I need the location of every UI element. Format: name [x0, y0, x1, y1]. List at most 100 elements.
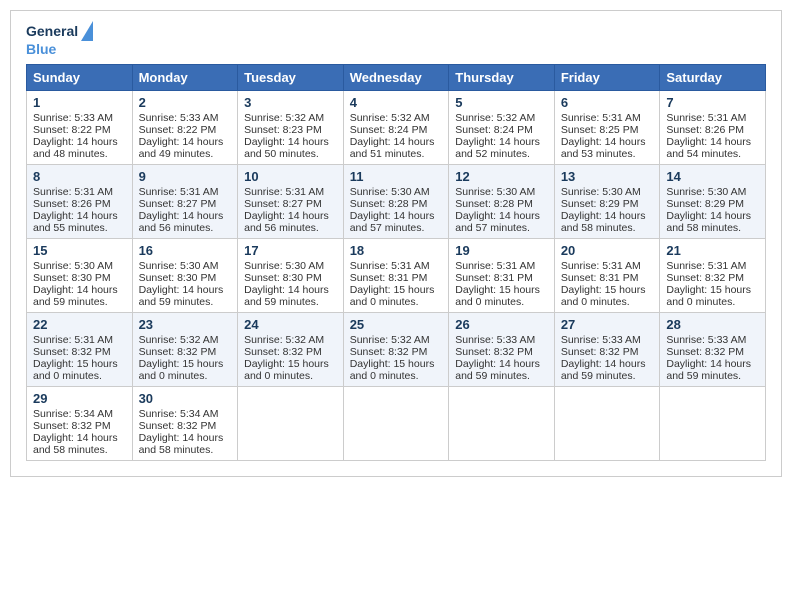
- sunset-text: Sunset: 8:32 PM: [33, 420, 111, 432]
- day-number: 13: [561, 169, 654, 184]
- daylight-text: Daylight: 15 hours and 0 minutes.: [666, 284, 751, 308]
- day-number: 23: [139, 317, 232, 332]
- col-header-sunday: Sunday: [27, 64, 133, 90]
- sunrise-text: Sunrise: 5:31 AM: [561, 112, 641, 124]
- day-number: 18: [350, 243, 443, 258]
- sunrise-text: Sunrise: 5:33 AM: [455, 334, 535, 346]
- sunrise-text: Sunrise: 5:32 AM: [244, 334, 324, 346]
- calendar-cell: 7Sunrise: 5:31 AMSunset: 8:26 PMDaylight…: [660, 90, 766, 164]
- col-header-thursday: Thursday: [449, 64, 555, 90]
- calendar-cell: 17Sunrise: 5:30 AMSunset: 8:30 PMDayligh…: [238, 238, 344, 312]
- sunset-text: Sunset: 8:28 PM: [455, 198, 533, 210]
- calendar-cell: 29 Sunrise: 5:34 AMSunset: 8:32 PMDayligh…: [27, 386, 133, 460]
- daylight-text: Daylight: 15 hours and 0 minutes.: [455, 284, 540, 308]
- calendar-cell: 24Sunrise: 5:32 AMSunset: 8:32 PMDayligh…: [238, 312, 344, 386]
- sunrise-text: Sunrise: 5:30 AM: [139, 260, 219, 272]
- calendar-cell: 28Sunrise: 5:33 AMSunset: 8:32 PMDayligh…: [660, 312, 766, 386]
- day-number: 6: [561, 95, 654, 110]
- daylight-text: Daylight: 14 hours and 59 minutes.: [455, 358, 540, 382]
- calendar-cell: [238, 386, 344, 460]
- sunset-text: Sunset: 8:22 PM: [33, 124, 111, 136]
- calendar-cell: [449, 386, 555, 460]
- daylight-text: Daylight: 14 hours and 52 minutes.: [455, 136, 540, 160]
- col-header-wednesday: Wednesday: [343, 64, 449, 90]
- daylight-text: Daylight: 14 hours and 59 minutes.: [561, 358, 646, 382]
- daylight-text: Daylight: 15 hours and 0 minutes.: [244, 358, 329, 382]
- sunset-text: Sunset: 8:32 PM: [666, 272, 744, 284]
- daylight-text: Daylight: 15 hours and 0 minutes.: [33, 358, 118, 382]
- sunrise-text: Sunrise: 5:31 AM: [244, 186, 324, 198]
- calendar-cell: 23Sunrise: 5:32 AMSunset: 8:32 PMDayligh…: [132, 312, 238, 386]
- day-number: 26: [455, 317, 548, 332]
- sunset-text: Sunset: 8:32 PM: [33, 346, 111, 358]
- sunrise-text: Sunrise: 5:30 AM: [350, 186, 430, 198]
- sunrise-text: Sunrise: 5:32 AM: [350, 334, 430, 346]
- sunset-text: Sunset: 8:32 PM: [561, 346, 639, 358]
- calendar-cell: 13Sunrise: 5:30 AMSunset: 8:29 PMDayligh…: [554, 164, 660, 238]
- day-number: 4: [350, 95, 443, 110]
- sunset-text: Sunset: 8:22 PM: [139, 124, 217, 136]
- logo-blue: Blue: [26, 41, 56, 58]
- daylight-text: Daylight: 15 hours and 0 minutes.: [139, 358, 224, 382]
- calendar-header-row: SundayMondayTuesdayWednesdayThursdayFrid…: [27, 64, 766, 90]
- sunrise-text: Sunrise: 5:30 AM: [561, 186, 641, 198]
- day-number: 14: [666, 169, 759, 184]
- sunset-text: Sunset: 8:24 PM: [350, 124, 428, 136]
- calendar-cell: 25Sunrise: 5:32 AMSunset: 8:32 PMDayligh…: [343, 312, 449, 386]
- sunrise-text: Sunrise: 5:31 AM: [666, 260, 746, 272]
- sunset-text: Sunset: 8:31 PM: [350, 272, 428, 284]
- sunrise-text: Sunrise: 5:32 AM: [350, 112, 430, 124]
- calendar-cell: 9Sunrise: 5:31 AMSunset: 8:27 PMDaylight…: [132, 164, 238, 238]
- calendar-cell: 16Sunrise: 5:30 AMSunset: 8:30 PMDayligh…: [132, 238, 238, 312]
- calendar-cell: 11Sunrise: 5:30 AMSunset: 8:28 PMDayligh…: [343, 164, 449, 238]
- day-number: 20: [561, 243, 654, 258]
- calendar-cell: [660, 386, 766, 460]
- sunrise-text: Sunrise: 5:33 AM: [33, 112, 113, 124]
- calendar-cell: 1Sunrise: 5:33 AMSunset: 8:22 PMDaylight…: [27, 90, 133, 164]
- sunrise-text: Sunrise: 5:32 AM: [455, 112, 535, 124]
- sunset-text: Sunset: 8:27 PM: [244, 198, 322, 210]
- calendar-week-row: 8Sunrise: 5:31 AMSunset: 8:26 PMDaylight…: [27, 164, 766, 238]
- day-number: 24: [244, 317, 337, 332]
- sunrise-text: Sunrise: 5:34 AM: [33, 408, 113, 420]
- day-number: 15: [33, 243, 126, 258]
- sunrise-text: Sunrise: 5:31 AM: [666, 112, 746, 124]
- sunrise-text: Sunrise: 5:31 AM: [33, 186, 113, 198]
- calendar-week-row: 29Sunrise: 5:34 AMSunset: 8:32 PMDayligh…: [27, 386, 766, 460]
- day-number: 21: [666, 243, 759, 258]
- sunrise-text: Sunrise: 5:33 AM: [666, 334, 746, 346]
- logo-general: General: [26, 23, 78, 40]
- calendar-cell: 20Sunrise: 5:31 AMSunset: 8:31 PMDayligh…: [554, 238, 660, 312]
- sunrise-text: Sunrise: 5:31 AM: [561, 260, 641, 272]
- sunset-text: Sunset: 8:32 PM: [139, 346, 217, 358]
- day-number: 3: [244, 95, 337, 110]
- sunset-text: Sunset: 8:24 PM: [455, 124, 533, 136]
- calendar-week-row: 22Sunrise: 5:31 AMSunset: 8:32 PMDayligh…: [27, 312, 766, 386]
- day-number: 29: [33, 391, 126, 406]
- calendar-cell: 12Sunrise: 5:30 AMSunset: 8:28 PMDayligh…: [449, 164, 555, 238]
- day-number: 19: [455, 243, 548, 258]
- col-header-friday: Friday: [554, 64, 660, 90]
- day-number: 11: [350, 169, 443, 184]
- daylight-text: Daylight: 14 hours and 54 minutes.: [666, 136, 751, 160]
- col-header-tuesday: Tuesday: [238, 64, 344, 90]
- sunset-text: Sunset: 8:30 PM: [139, 272, 217, 284]
- calendar-cell: 2Sunrise: 5:33 AMSunset: 8:22 PMDaylight…: [132, 90, 238, 164]
- sunset-text: Sunset: 8:31 PM: [455, 272, 533, 284]
- sunrise-text: Sunrise: 5:34 AM: [139, 408, 219, 420]
- daylight-text: Daylight: 14 hours and 58 minutes.: [139, 432, 224, 456]
- calendar: SundayMondayTuesdayWednesdayThursdayFrid…: [26, 64, 766, 461]
- sunset-text: Sunset: 8:26 PM: [33, 198, 111, 210]
- calendar-cell: [554, 386, 660, 460]
- daylight-text: Daylight: 14 hours and 55 minutes.: [33, 210, 118, 234]
- day-number: 25: [350, 317, 443, 332]
- daylight-text: Daylight: 15 hours and 0 minutes.: [350, 358, 435, 382]
- sunrise-text: Sunrise: 5:31 AM: [33, 334, 113, 346]
- sunset-text: Sunset: 8:27 PM: [139, 198, 217, 210]
- sunset-text: Sunset: 8:31 PM: [561, 272, 639, 284]
- sunset-text: Sunset: 8:26 PM: [666, 124, 744, 136]
- daylight-text: Daylight: 14 hours and 59 minutes.: [139, 284, 224, 308]
- daylight-text: Daylight: 14 hours and 58 minutes.: [33, 432, 118, 456]
- calendar-cell: [343, 386, 449, 460]
- daylight-text: Daylight: 14 hours and 58 minutes.: [666, 210, 751, 234]
